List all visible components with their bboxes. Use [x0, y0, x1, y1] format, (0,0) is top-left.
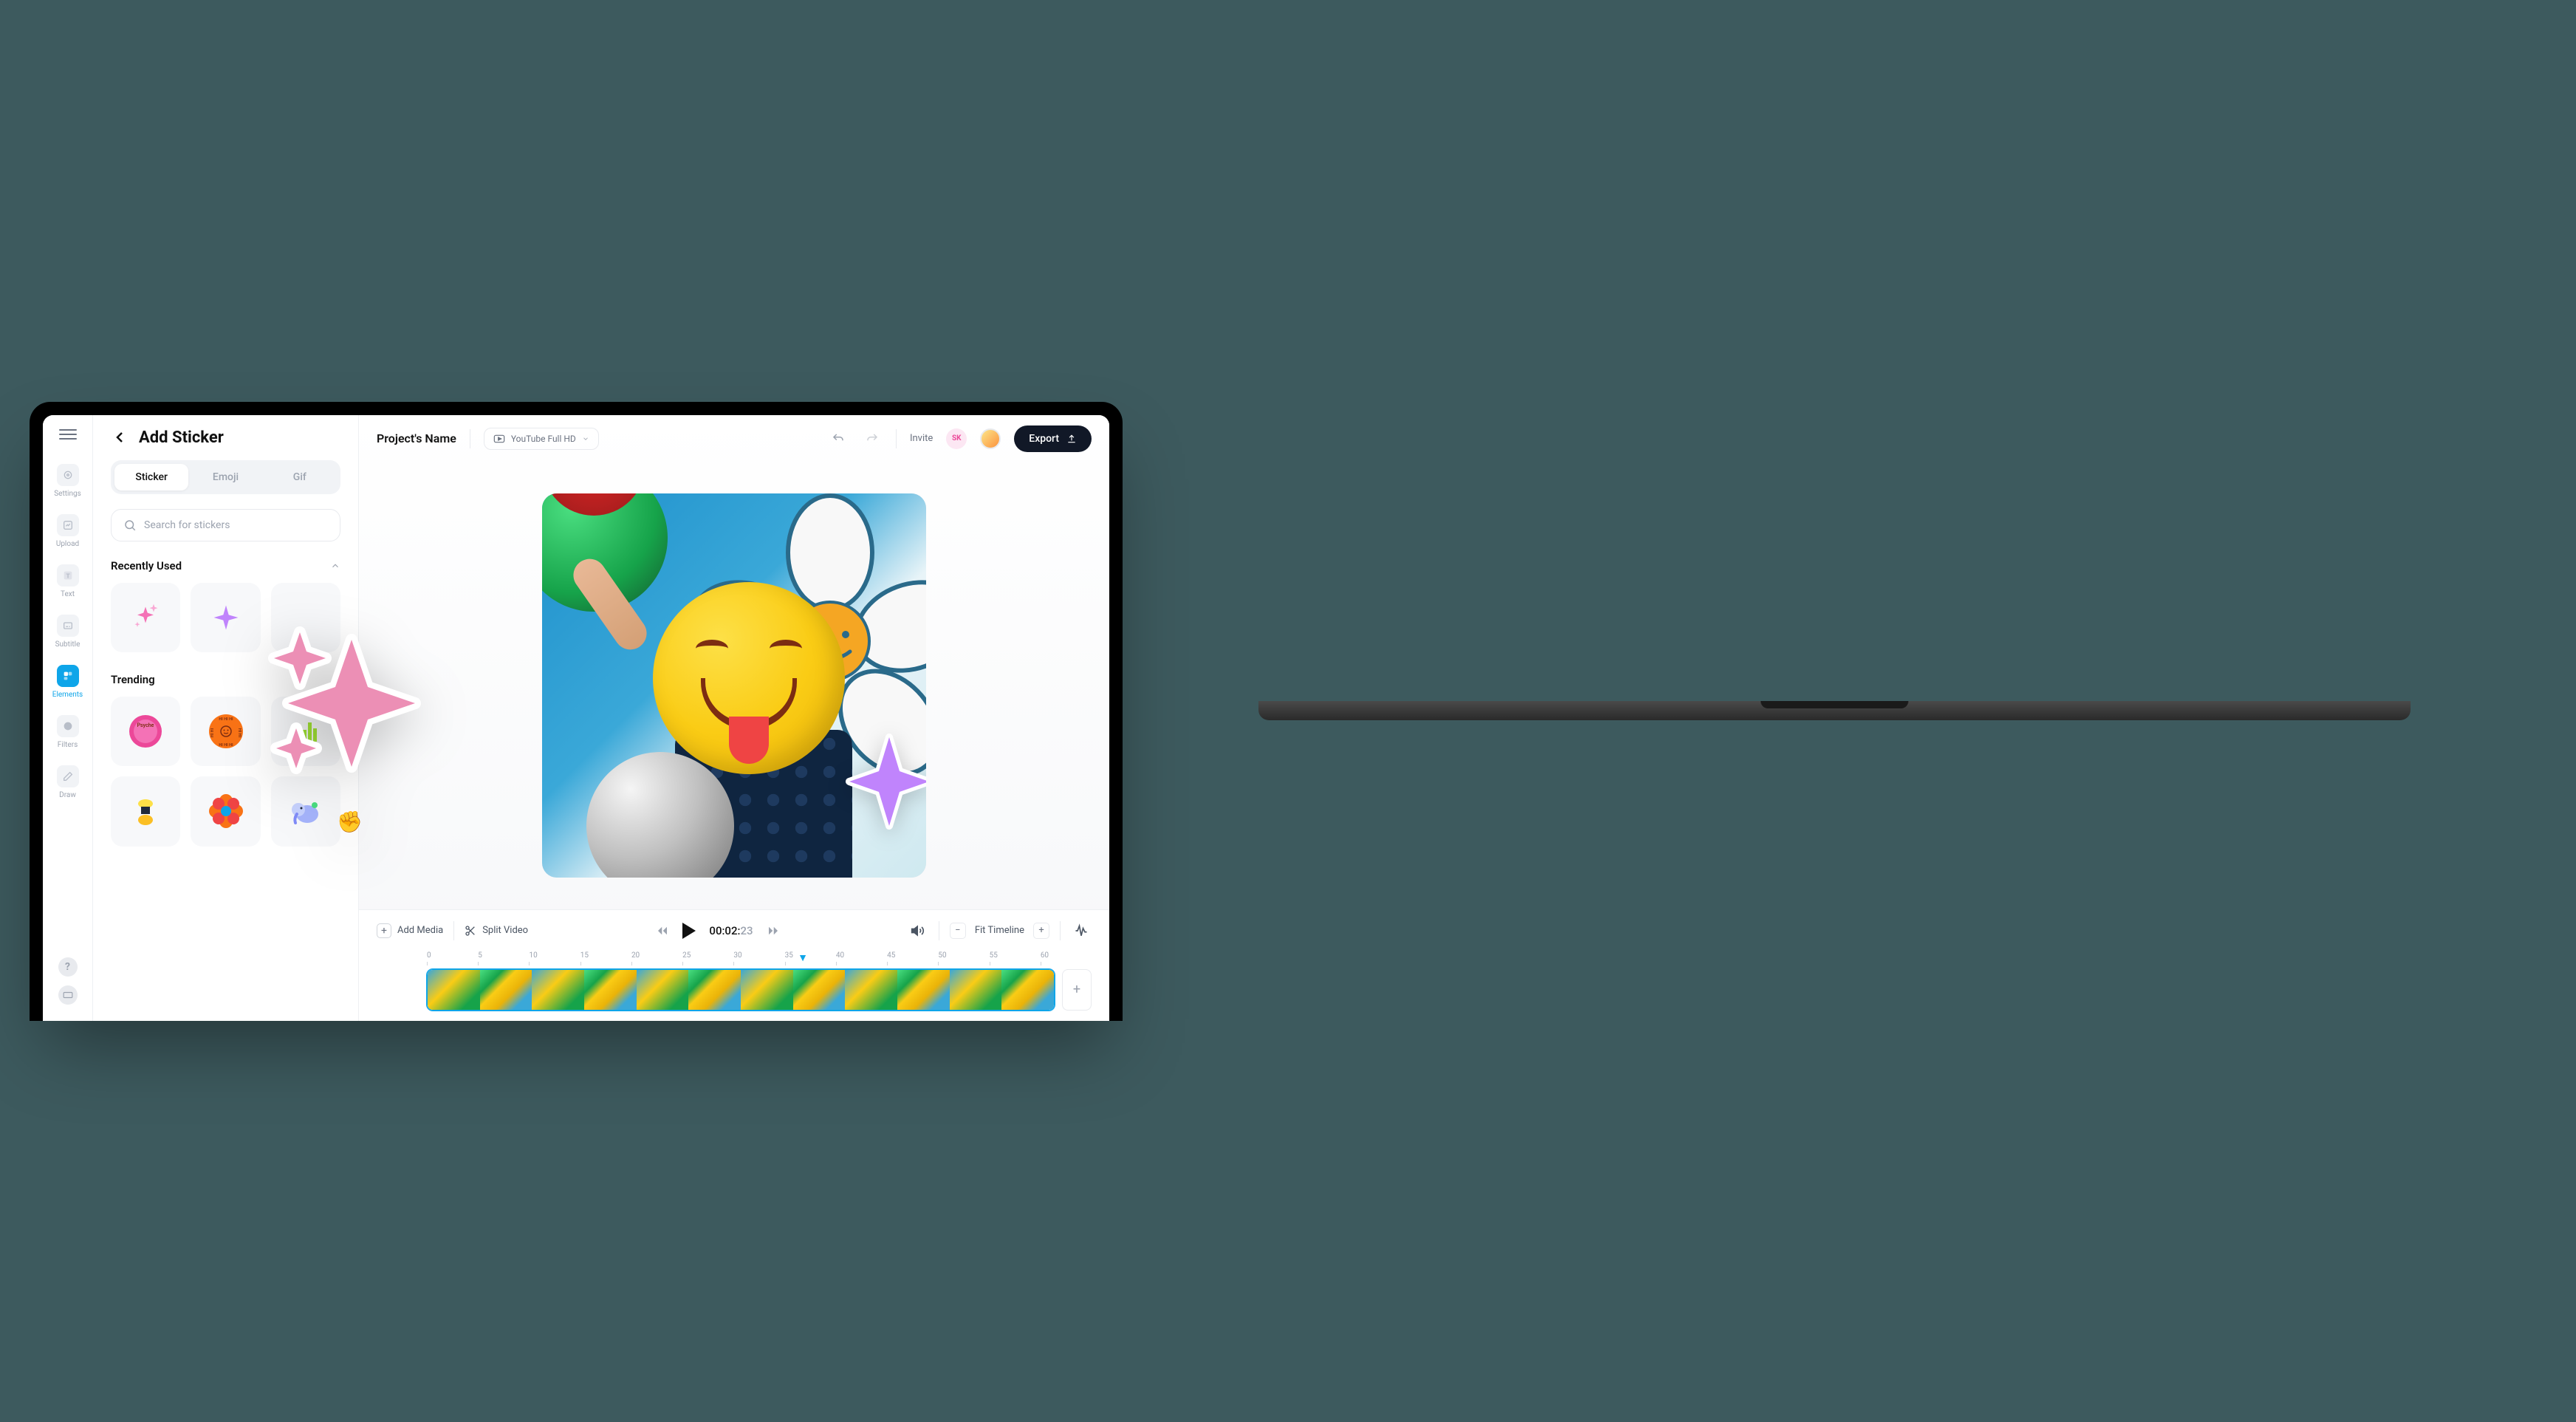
video-clip[interactable] [427, 969, 1055, 1011]
add-track-button[interactable]: + [1062, 969, 1092, 1011]
collapse-recent[interactable] [330, 561, 340, 571]
rail-elements[interactable]: Elements [43, 659, 92, 705]
svg-text:Psyche: Psyche [137, 722, 154, 728]
svg-text:HI HI HI: HI HI HI [219, 717, 233, 722]
zoom-out-button[interactable]: − [950, 923, 966, 939]
skip-back-button[interactable] [656, 924, 669, 937]
search-icon [123, 519, 137, 532]
svg-text:HI HI: HI HI [210, 728, 215, 737]
video-preview[interactable] [542, 493, 926, 878]
preset-selector[interactable]: YouTube Full HD [484, 428, 599, 450]
rail-subtitle[interactable]: Subtitle [43, 609, 92, 654]
text-icon: T [57, 564, 79, 587]
sticker-tabs: Sticker Emoji Gif [111, 460, 340, 494]
export-icon [1066, 434, 1077, 444]
rail-filters[interactable]: Filters [43, 709, 92, 755]
add-media-button[interactable]: +Add Media [377, 923, 443, 938]
rail-settings[interactable]: Settings [43, 458, 92, 504]
sticker-sparkle-purple[interactable] [191, 583, 260, 652]
svg-text:HI HI: HI HI [237, 728, 242, 738]
tab-gif[interactable]: Gif [263, 464, 337, 490]
waveform-button[interactable] [1071, 920, 1092, 941]
timecode: 00:02:23 [709, 924, 753, 937]
keyboard-icon[interactable] [58, 985, 78, 1005]
invite-button[interactable]: Invite [910, 433, 933, 444]
sticker-psyche[interactable]: Psyche [111, 697, 180, 766]
help-icon[interactable]: ? [58, 957, 78, 977]
tab-emoji[interactable]: Emoji [188, 464, 262, 490]
youtube-icon [493, 434, 505, 443]
canvas[interactable]: ✊ [359, 462, 1109, 909]
project-name[interactable]: Project's Name [377, 431, 456, 445]
undo-button[interactable] [828, 428, 849, 449]
user-avatar[interactable] [980, 428, 1001, 449]
section-recent-title: Recently Used [111, 559, 182, 572]
nav-rail: Settings Upload TText Subtitle Elements … [43, 415, 93, 1021]
upload-icon [57, 514, 79, 536]
scissors-icon [465, 925, 476, 937]
sticker-sparkle-pink[interactable] [111, 583, 180, 652]
zoom-in-button[interactable]: + [1033, 923, 1049, 939]
section-trending-title: Trending [111, 673, 155, 686]
chevron-down-icon [582, 435, 589, 442]
timeline-area: +Add Media Split Video 00:02:23 − Fit Ti… [359, 909, 1109, 1021]
panel-title: Add Sticker [139, 428, 224, 447]
split-button[interactable]: Split Video [465, 925, 528, 937]
topbar: Project's Name YouTube Full HD Invite SK… [359, 415, 1109, 462]
back-button[interactable] [111, 428, 129, 446]
collaborator-badge[interactable]: SK [946, 428, 967, 449]
sticker-abstract[interactable] [111, 776, 180, 846]
svg-text:HI HI HI: HI HI HI [219, 743, 233, 748]
export-button[interactable]: Export [1014, 425, 1092, 452]
rail-upload[interactable]: Upload [43, 508, 92, 554]
rail-draw[interactable]: Draw [43, 759, 92, 805]
elements-icon [57, 665, 79, 687]
svg-text:T: T [66, 572, 70, 580]
tab-sticker[interactable]: Sticker [114, 464, 188, 490]
play-button[interactable] [682, 923, 696, 939]
playhead-icon[interactable]: ▼ [798, 951, 808, 964]
subtitle-icon [57, 615, 79, 637]
ruler: 051015202530354045505560 ▼ [409, 951, 1109, 966]
rail-text[interactable]: TText [43, 558, 92, 604]
draw-icon [57, 765, 79, 787]
skip-fwd-button[interactable] [767, 924, 780, 937]
search-input[interactable] [144, 519, 328, 531]
sticker-hi[interactable]: HI HI HI HI HI HI HI HI HI HI [191, 697, 260, 766]
fit-timeline: − Fit Timeline + [950, 923, 1049, 939]
menu-icon[interactable] [59, 425, 77, 443]
sticker-flower[interactable] [191, 776, 260, 846]
grab-cursor-icon: ✊ [337, 810, 363, 834]
volume-button[interactable] [908, 920, 928, 941]
search-field[interactable] [111, 509, 340, 541]
redo-button[interactable] [862, 428, 883, 449]
filters-icon [57, 715, 79, 737]
main-area: Project's Name YouTube Full HD Invite SK… [359, 415, 1109, 1021]
settings-icon [57, 464, 79, 486]
placed-sticker-sparkle[interactable] [845, 730, 926, 833]
dragging-sticker[interactable]: ✊ [263, 610, 425, 787]
